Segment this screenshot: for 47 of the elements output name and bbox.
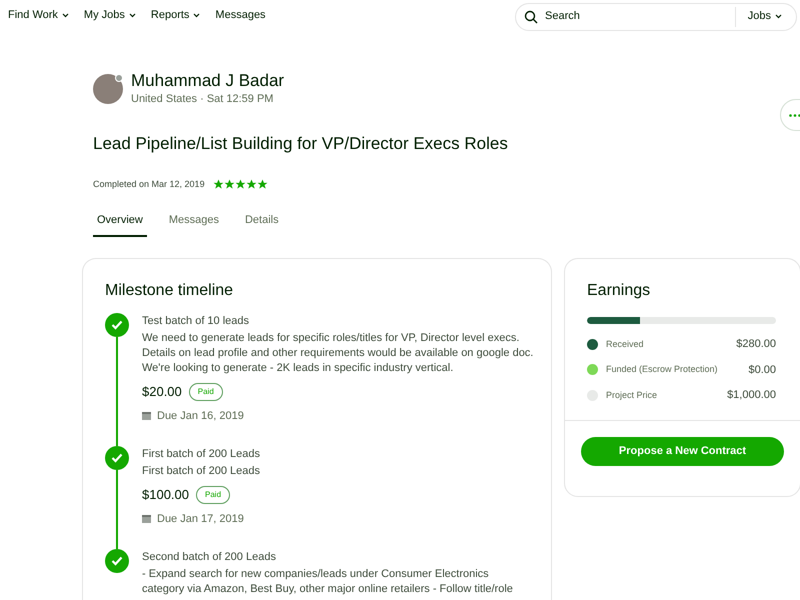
star-icon <box>234 179 246 190</box>
card-title: Earnings <box>587 281 652 301</box>
milestone-description: First batch of 200 Leads <box>142 464 262 479</box>
caret-icon <box>775 14 782 19</box>
freelancer-name: Muhammad J Badar <box>131 71 284 91</box>
legend-amount: $1,000.00 <box>727 388 776 403</box>
milestone-description: We need to generate leads for specific roles/titles for VP, Director level execs. Details on lead profile and other requirements would be available on google doc. We're looking to generate - 2K leads in specific industry vertical. <box>142 331 534 376</box>
tab[interactable]: Details <box>240 212 283 237</box>
nav-menu-item[interactable]: Reports <box>150 7 200 24</box>
tab[interactable]: Messages <box>164 212 223 237</box>
search-field[interactable]: Search Jobs <box>515 2 797 30</box>
milestone-name: Second batch of 200 Leads <box>142 550 277 564</box>
calendar-icon <box>142 412 151 420</box>
milestone-amount: $20.00 <box>142 383 182 401</box>
milestone-amount: $100.00 <box>142 486 189 504</box>
milestone-name: Test batch of 10 leads <box>142 314 250 328</box>
legend-amount: $280.00 <box>736 337 776 352</box>
due-date: Due Jan 17, 2019 <box>157 512 244 526</box>
caret-icon <box>193 13 200 18</box>
legend-label: Funded (Escrow Protection) <box>606 363 719 376</box>
job-title: Lead Pipeline/List Building for VP/Director Execs Roles <box>93 132 509 154</box>
status-badge: Paid <box>196 486 230 504</box>
search-icon <box>524 10 538 24</box>
caret-icon <box>128 13 136 18</box>
milestone-description: - Expand search for new companies/leads under Consumer Electronics category via Amazon, Best Buy, other major online retailers - Follow title/role <box>142 567 514 597</box>
nav-menu-item[interactable]: Messages <box>215 7 266 24</box>
avatar <box>93 74 123 104</box>
star-icon <box>224 179 235 190</box>
star-icon <box>256 179 268 190</box>
location-time: United States · Sat 12:59 PM <box>131 92 274 107</box>
star-icon <box>212 179 224 190</box>
card-title: Milestone timeline <box>105 281 234 301</box>
more-icon <box>789 114 800 116</box>
nav-menu-item[interactable]: My Jobs <box>84 7 136 24</box>
due-date: Due Jan 16, 2019 <box>157 408 244 424</box>
tab[interactable]: Overview <box>93 212 147 237</box>
milestone-name: First batch of 200 Leads <box>142 447 262 461</box>
legend-amount: $0.00 <box>748 362 776 378</box>
legend-label: Project Price <box>606 388 658 402</box>
scope-dropdown[interactable]: Jobs <box>734 6 788 26</box>
star-icon <box>246 179 257 190</box>
completion-date: Completed on Mar 12, 2019 <box>93 178 205 191</box>
calendar-icon <box>142 514 151 523</box>
legend-label: Received <box>606 338 645 350</box>
status-badge: Paid <box>188 382 223 401</box>
caret-icon <box>62 13 69 18</box>
nav-menu-item[interactable]: Find Work <box>8 7 69 24</box>
